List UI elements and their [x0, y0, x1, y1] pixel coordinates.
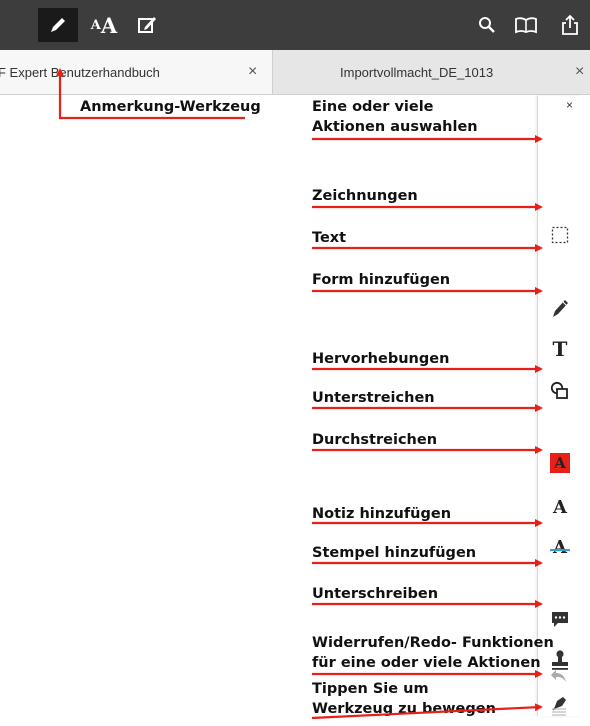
- arrow-annotate-tool: [56, 68, 245, 120]
- callout-arrows: [56, 68, 543, 720]
- arrow-move: [311, 703, 543, 720]
